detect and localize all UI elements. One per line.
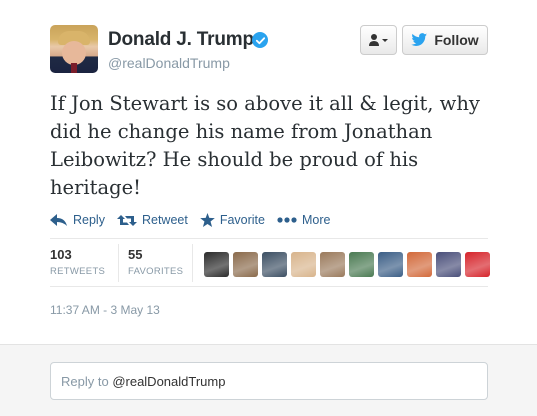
favoriter-avatar[interactable] [436,252,461,277]
favoriter-avatar[interactable] [378,252,403,277]
user-dropdown-icon [368,34,388,46]
follow-button[interactable]: Follow [402,25,488,55]
reply-action[interactable]: Reply [50,213,105,227]
favoriter-avatar[interactable] [233,252,258,277]
reply-mention: @realDonaldTrump [112,374,226,389]
retweets-count: 103 [50,247,72,262]
reply-input[interactable]: Reply to @realDonaldTrump [50,362,488,400]
avatar-tie [71,63,77,73]
reply-area: Reply to @realDonaldTrump [0,344,537,416]
tweet-card: Donald J. Trump @realDonaldTrump Follow … [0,0,537,340]
favoriter-avatar[interactable] [349,252,374,277]
tweet-actions: Reply Retweet Favorite More [50,210,342,230]
follow-label: Follow [434,32,479,48]
twitter-bird-icon [411,33,428,46]
more-action[interactable]: More [277,213,330,227]
star-icon [200,213,215,227]
user-handle[interactable]: @realDonaldTrump [108,55,230,71]
favorite-action[interactable]: Favorite [200,213,265,227]
favorites-count: 55 [128,247,143,262]
retweet-label: Retweet [141,213,188,227]
reply-icon [50,213,67,226]
divider [50,238,488,239]
stat-separator [192,244,193,282]
retweet-icon [116,214,137,226]
tweet-timestamp[interactable]: 11:37 AM - 3 May 13 [50,303,160,317]
stat-separator [118,244,119,282]
retweet-action[interactable]: Retweet [116,213,188,227]
favoriter-avatars [204,252,490,277]
divider [50,286,488,287]
favoriter-avatar[interactable] [204,252,229,277]
reply-prefix: Reply to [61,374,113,389]
favoriter-avatar[interactable] [291,252,316,277]
avatar[interactable] [50,25,98,73]
more-label: More [301,213,331,227]
tweet-text: If Jon Stewart is so above it all & legi… [50,92,480,199]
favorites-stat[interactable]: 55 FAVORITES [128,247,183,277]
retweets-stat[interactable]: 103 RETWEETS [50,247,105,277]
favoriter-avatar[interactable] [465,252,490,277]
favoriter-avatar[interactable] [262,252,287,277]
favoriter-avatar[interactable] [320,252,345,277]
reply-label: Reply [73,213,105,227]
verified-badge-icon [252,32,268,48]
more-dots-icon [277,217,297,223]
user-actions-button[interactable] [360,25,397,55]
user-name[interactable]: Donald J. Trump [108,29,254,51]
favoriter-avatar[interactable] [407,252,432,277]
retweets-label: RETWEETS [50,266,106,277]
favorite-label: Favorite [219,213,265,227]
avatar-face [62,41,86,65]
favorites-label: FAVORITES [128,266,184,277]
